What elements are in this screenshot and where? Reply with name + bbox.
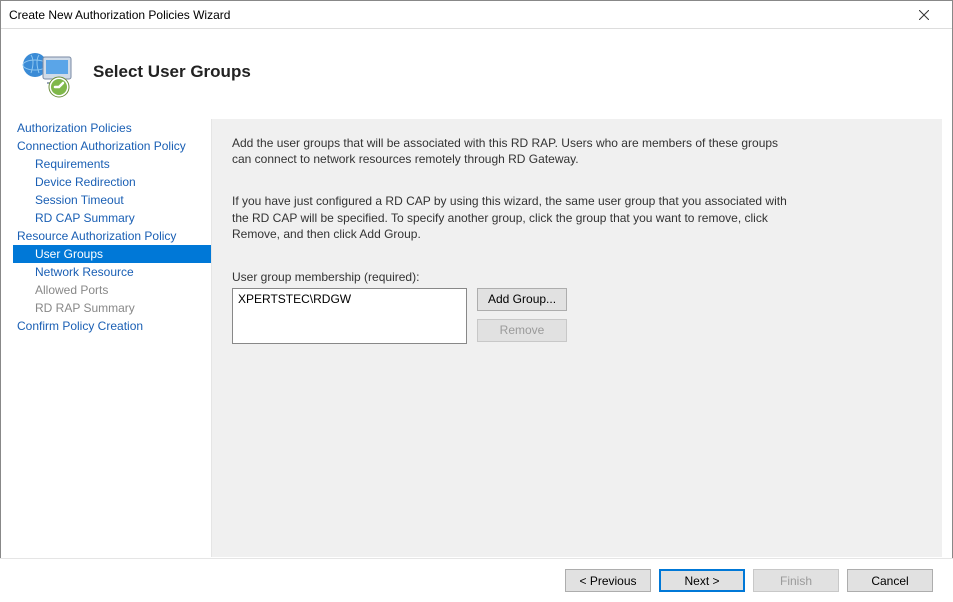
nav-item-device-redirection[interactable]: Device Redirection xyxy=(13,173,211,191)
close-icon xyxy=(919,10,929,20)
page-title: Select User Groups xyxy=(93,62,251,82)
nav-item-session-timeout[interactable]: Session Timeout xyxy=(13,191,211,209)
nav-item-confirm-policy-creation[interactable]: Confirm Policy Creation xyxy=(13,317,211,335)
nav-item-network-resource[interactable]: Network Resource xyxy=(13,263,211,281)
add-group-button[interactable]: Add Group... xyxy=(477,288,567,311)
nav-item-authorization-policies[interactable]: Authorization Policies xyxy=(13,119,211,137)
wizard-footer: < Previous Next > Finish Cancel xyxy=(0,558,953,602)
list-item[interactable]: XPERTSTEC\RDGW xyxy=(238,292,461,306)
titlebar: Create New Authorization Policies Wizard xyxy=(1,1,952,29)
nav-item-allowed-ports: Allowed Ports xyxy=(13,281,211,299)
nav-item-connection-authorization-policy[interactable]: Connection Authorization Policy xyxy=(13,137,211,155)
next-button[interactable]: Next > xyxy=(659,569,745,592)
remove-button: Remove xyxy=(477,319,567,342)
nav-item-rd-cap-summary[interactable]: RD CAP Summary xyxy=(13,209,211,227)
cancel-button[interactable]: Cancel xyxy=(847,569,933,592)
user-group-listbox[interactable]: XPERTSTEC\RDGW xyxy=(232,288,467,344)
wizard-header: Select User Groups xyxy=(1,29,952,119)
nav-item-user-groups[interactable]: User Groups xyxy=(13,245,211,263)
nav-sidebar: Authorization PoliciesConnection Authori… xyxy=(1,119,211,557)
wizard-body: Authorization PoliciesConnection Authori… xyxy=(1,119,952,557)
close-button[interactable] xyxy=(904,2,944,28)
content-pane: Add the user groups that will be associa… xyxy=(211,119,942,557)
wizard-icon xyxy=(21,45,75,99)
nav-item-rd-rap-summary: RD RAP Summary xyxy=(13,299,211,317)
intro-paragraph-1: Add the user groups that will be associa… xyxy=(232,135,792,167)
previous-button[interactable]: < Previous xyxy=(565,569,651,592)
window-title: Create New Authorization Policies Wizard xyxy=(9,8,230,22)
nav-item-requirements[interactable]: Requirements xyxy=(13,155,211,173)
intro-paragraph-2: If you have just configured a RD CAP by … xyxy=(232,193,792,242)
membership-label: User group membership (required): xyxy=(232,270,922,284)
finish-button: Finish xyxy=(753,569,839,592)
nav-item-resource-authorization-policy[interactable]: Resource Authorization Policy xyxy=(13,227,211,245)
